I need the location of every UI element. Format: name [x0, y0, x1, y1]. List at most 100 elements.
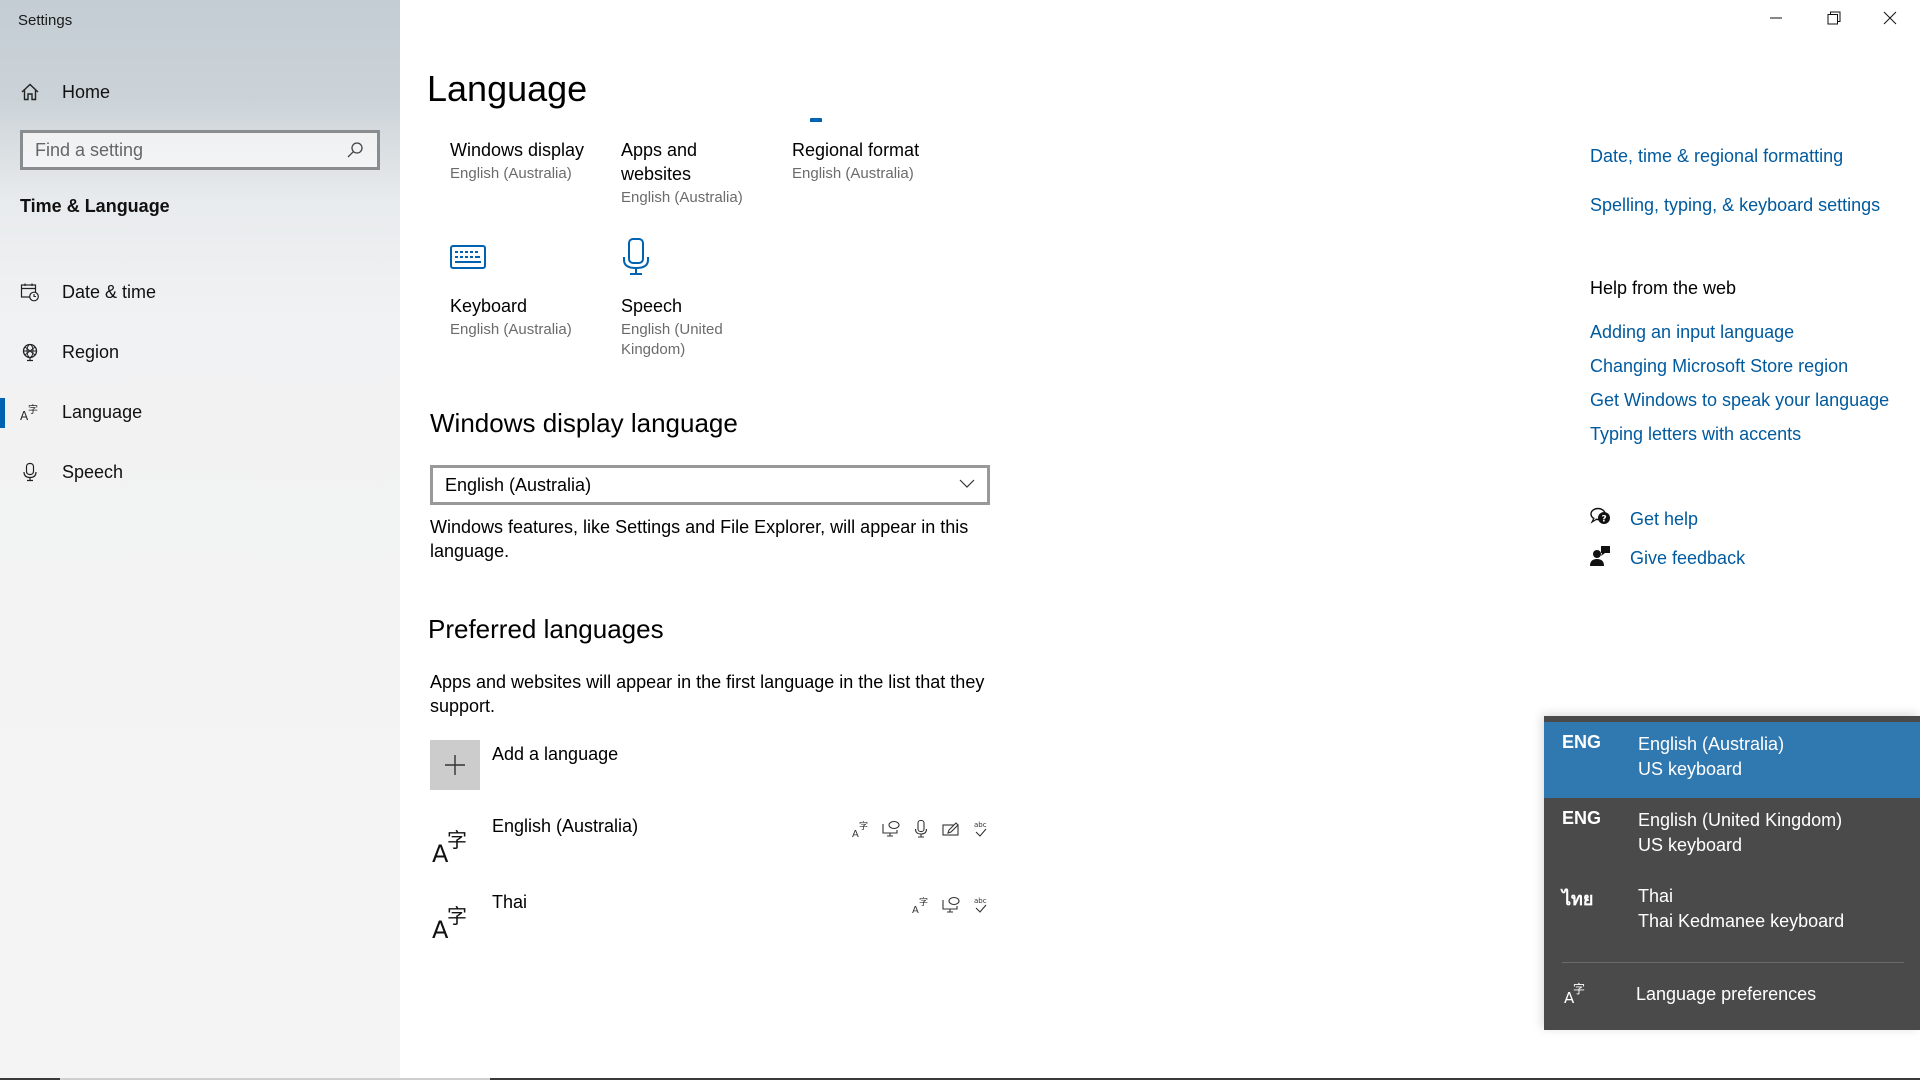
language-abbr: ENG [1562, 808, 1602, 828]
tile-subtitle: English (Australia) [450, 321, 572, 338]
microphone-icon [621, 232, 741, 282]
section-title: Time & Language [20, 196, 170, 216]
svg-text:字: 字 [859, 820, 868, 832]
speech-recognition-icon [910, 818, 932, 840]
tile-speech[interactable]: Speech English (United Kingdom) [621, 232, 741, 360]
home-label: Home [62, 81, 111, 102]
sidebar-item-date-time[interactable]: Date & time [0, 262, 400, 322]
app-title: Settings [18, 12, 73, 29]
flyout-keyboard: US keyboard [1638, 835, 1743, 855]
search-box[interactable] [20, 130, 380, 170]
add-language-label: Add a language [492, 744, 619, 764]
display-language-description: Windows features, like Settings and File… [430, 517, 969, 561]
sidebar-item-label: Language [62, 401, 143, 422]
give-feedback-row[interactable]: Give feedback [1590, 545, 1745, 572]
flyout-item-english-uk[interactable]: ENG English (United Kingdom) US keyboard [1544, 798, 1920, 874]
language-features: A字 abc [850, 818, 992, 840]
tile-title: Keyboard [450, 296, 528, 316]
sidebar-item-speech[interactable]: Speech [0, 442, 400, 502]
spell-check-icon: abc [970, 818, 992, 840]
svg-text:字: 字 [447, 828, 467, 852]
flyout-keyboard: US keyboard [1638, 759, 1743, 779]
search-input[interactable] [35, 139, 345, 161]
close-button[interactable] [1862, 0, 1918, 40]
close-icon [1883, 11, 1897, 30]
keyboard-icon [450, 232, 600, 282]
sidebar-item-label: Region [62, 341, 120, 362]
link-changing-store-region[interactable]: Changing Microsoft Store region [1590, 356, 1848, 377]
display-language-dropdown[interactable]: English (Australia) [430, 465, 990, 505]
flyout-item-thai[interactable]: ไทย Thai Thai Kedmanee keyboard [1544, 874, 1920, 950]
tile-keyboard[interactable]: Keyboard English (Australia) [450, 232, 600, 340]
language-abbr: ไทย [1562, 889, 1594, 909]
minimize-icon [1769, 11, 1783, 30]
svg-text:字: 字 [447, 904, 467, 928]
home-icon [20, 82, 40, 102]
tile-title: Apps and websites [621, 140, 698, 184]
language-row-thai[interactable]: A字 Thai A字 abc [430, 888, 992, 954]
svg-text:abc: abc [974, 821, 987, 829]
svg-text:A: A [912, 905, 919, 915]
language-abbr: ENG [1562, 732, 1602, 752]
sidebar: Settings Home Time & Language Date & tim… [0, 0, 400, 1078]
flyout-language: Thai [1638, 886, 1674, 906]
page-title: Language [427, 68, 588, 109]
link-spelling-typing-keyboard[interactable]: Spelling, typing, & keyboard settings [1590, 195, 1880, 216]
restore-button[interactable] [1806, 0, 1862, 40]
tile-title: Regional format [792, 140, 920, 160]
feedback-icon [1590, 545, 1612, 572]
tile-subtitle: English (Australia) [792, 165, 914, 182]
display-language-icon: A字 [850, 818, 872, 840]
get-help-link[interactable]: Get help [1630, 509, 1698, 530]
svg-text:字: 字 [919, 896, 928, 908]
svg-text:字: 字 [1573, 981, 1585, 996]
minimize-button[interactable] [1748, 0, 1804, 40]
tile-windows-display[interactable]: Windows display English (Australia) [450, 138, 600, 184]
restore-icon [1827, 11, 1841, 30]
language-icon: A字 [430, 820, 474, 870]
text-to-speech-icon [940, 894, 962, 916]
calendar-clock-icon [20, 282, 40, 302]
get-help-icon: ? [1590, 506, 1612, 533]
settings-window: Settings Home Time & Language Date & tim… [0, 0, 1920, 1080]
flyout-language: English (United Kingdom) [1638, 810, 1843, 830]
flyout-language: English (Australia) [1638, 734, 1785, 754]
link-date-time-regional[interactable]: Date, time & regional formatting [1590, 146, 1843, 167]
tile-subtitle: English (United Kingdom) [621, 321, 723, 358]
language-name: English (Australia) [492, 816, 639, 836]
get-help-row[interactable]: ? Get help [1590, 506, 1698, 533]
search-icon[interactable] [345, 140, 365, 160]
language-preferences-link[interactable]: A字 Language preferences [1544, 963, 1920, 1025]
link-typing-accents[interactable]: Typing letters with accents [1590, 424, 1801, 445]
preferred-languages-heading: Preferred languages [428, 614, 664, 644]
text-to-speech-icon [880, 818, 902, 840]
tile-regional-format[interactable]: Regional format English (Australia) [792, 138, 942, 184]
handwriting-icon [940, 818, 962, 840]
sidebar-item-region[interactable]: Region [0, 322, 400, 382]
add-language-button[interactable]: Add a language [430, 740, 618, 790]
sidebar-item-label: Date & time [62, 281, 157, 302]
main-content: Language Windows display English (Austra… [400, 0, 1550, 1078]
plus-icon [430, 740, 480, 790]
tile-title: Windows display [450, 140, 585, 160]
give-feedback-link[interactable]: Give feedback [1630, 548, 1745, 569]
tile-apps-websites[interactable]: Apps and websites English (Australia) [621, 138, 751, 208]
svg-text:字: 字 [28, 403, 38, 416]
sidebar-item-language[interactable]: A字 Language [0, 382, 400, 442]
sidebar-nav: Date & time Region A字 Language Speech [0, 262, 400, 502]
spell-check-icon: abc [970, 894, 992, 916]
chevron-down-icon [959, 476, 975, 494]
language-name: Thai [492, 892, 528, 912]
preferred-languages-description: Apps and websites will appear in the fir… [430, 672, 985, 716]
flyout-keyboard: Thai Kedmanee keyboard [1638, 911, 1845, 931]
dropdown-value: English (Australia) [445, 474, 592, 495]
home-nav-item[interactable]: Home [20, 78, 110, 106]
tile-subtitle: English (Australia) [621, 189, 743, 206]
language-row-english-australia[interactable]: A字 English (Australia) A字 abc [430, 812, 992, 878]
tile-subtitle: English (Australia) [450, 165, 572, 182]
link-speak-your-language[interactable]: Get Windows to speak your language [1590, 390, 1889, 411]
flyout-item-english-australia[interactable]: ENG English (Australia) US keyboard [1544, 722, 1920, 798]
link-adding-input-language[interactable]: Adding an input language [1590, 322, 1794, 343]
language-icon: A字 [1562, 978, 1590, 1011]
svg-text:?: ? [1602, 515, 1607, 525]
